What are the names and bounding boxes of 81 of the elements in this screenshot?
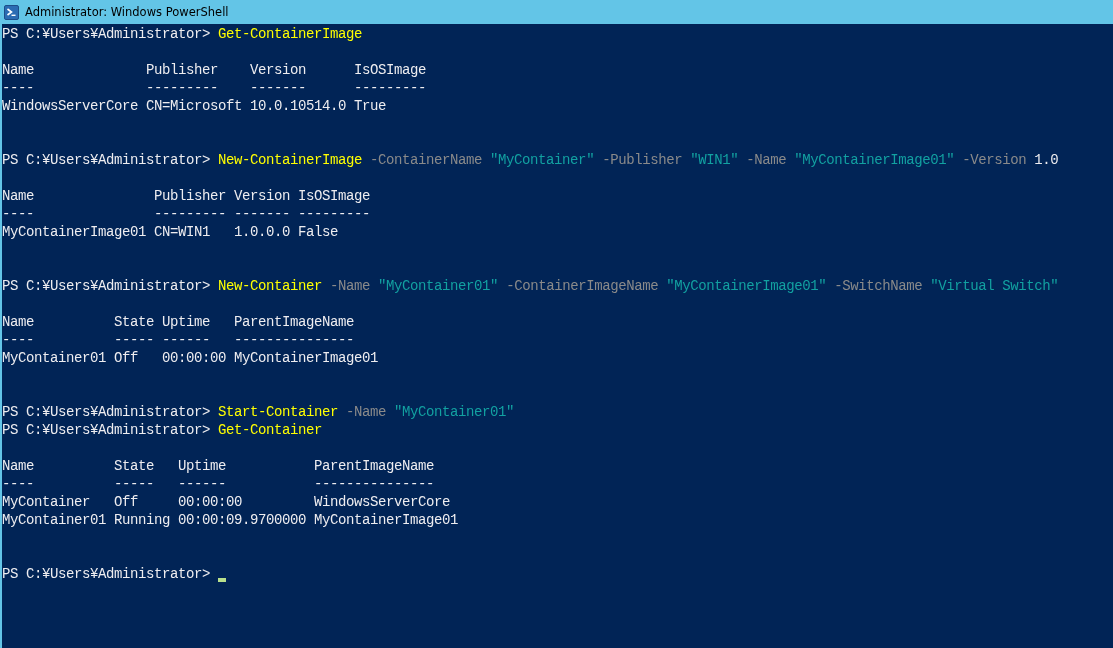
header-underline: --------------- [314,475,435,493]
parameter-text: -ContainerName [370,151,483,169]
header-underline: --------- [354,79,426,97]
prompt-text: PS C:¥Users¥Administrator> [2,421,211,439]
prompt-text: PS C:¥Users¥Administrator> [2,277,211,295]
column-header: Name [2,61,34,79]
column-header: ParentImageName [234,313,355,331]
string-text: "MyContainer01" [394,403,515,421]
prompt-text: PS C:¥Users¥Administrator> [2,25,211,43]
string-text: "Virtual Switch" [930,277,1059,295]
header-underline: ---- [2,79,34,97]
parameter-text: -Name [330,277,371,295]
column-header: IsOSImage [354,61,426,79]
string-text: "WIN1" [690,151,739,169]
table-cell: WindowsServerCore [2,97,139,115]
string-text: "MyContainerImage01" [794,151,955,169]
prompt-text: PS C:¥Users¥Administrator> [2,151,211,169]
header-underline: --------- [298,205,370,223]
cmdlet-text: New-Container [218,277,323,295]
table-cell: MyContainer01 [2,511,107,529]
cmdlet-text: Start-Container [218,403,339,421]
column-header: Name [2,313,34,331]
header-underline: ---- [2,205,34,223]
prompt-text: PS C:¥Users¥Administrator> [2,565,211,583]
window-title: Administrator: Windows PowerShell [25,5,229,19]
prompt-text: PS C:¥Users¥Administrator> [2,403,211,421]
column-header: Publisher [146,61,218,79]
string-text: "MyContainer01" [378,277,499,295]
parameter-text: -Name [746,151,787,169]
cmdlet-text: New-ContainerImage [218,151,363,169]
header-underline: ------- [250,79,306,97]
header-underline: --------- [154,205,226,223]
header-underline: ------ [162,331,210,349]
cmdlet-text: Get-Container [218,421,323,439]
cmdlet-text: Get-ContainerImage [218,25,363,43]
table-cell: MyContainerImage01 [314,511,459,529]
table-cell: 00:00:00 [178,493,242,511]
column-header: Name [2,457,34,475]
column-header: State [114,313,154,331]
table-cell: Off [114,493,138,511]
header-underline: ---- [2,331,34,349]
table-cell: MyContainer [2,493,90,511]
table-cell: MyContainer01 [2,349,107,367]
column-header: Publisher [154,187,226,205]
column-header: Version [250,61,306,79]
parameter-text: -SwitchName [834,277,923,295]
table-cell: MyContainerImage01 [2,223,147,241]
string-text: "MyContainerImage01" [666,277,827,295]
table-cell: 00:00:00 [162,349,226,367]
table-cell: WindowsServerCore [314,493,451,511]
parameter-text: -Publisher [602,151,683,169]
column-header: Name [2,187,34,205]
table-cell: CN=WIN1 [154,223,210,241]
column-header: ParentImageName [314,457,435,475]
table-cell: MyContainerImage01 [234,349,379,367]
header-underline: ------ [178,475,226,493]
column-header: IsOSImage [298,187,370,205]
table-cell: Off [114,349,138,367]
header-underline: ----- [114,331,154,349]
number-text: 1.0 [1034,151,1059,169]
header-underline: ------- [234,205,290,223]
table-cell: False [298,223,338,241]
table-cell: CN=Microsoft [146,97,243,115]
column-header: Uptime [162,313,210,331]
header-underline: --------- [146,79,218,97]
column-header: State [114,457,154,475]
parameter-text: -ContainerImageName [506,277,659,295]
column-header: Uptime [178,457,226,475]
table-cell: 1.0.0.0 [234,223,290,241]
table-cell: True [354,97,386,115]
table-cell: Running [114,511,170,529]
terminal-icon[interactable] [4,4,19,20]
parameter-text: -Name [346,403,387,421]
string-text: "MyContainer" [490,151,595,169]
column-header: Version [234,187,290,205]
table-cell: 00:00:09.9700000 [178,511,307,529]
header-underline: ----- [114,475,154,493]
header-underline: --------------- [234,331,355,349]
table-cell: 10.0.10514.0 [250,97,347,115]
parameter-text: -Version [962,151,1027,169]
header-underline: ---- [2,475,34,493]
